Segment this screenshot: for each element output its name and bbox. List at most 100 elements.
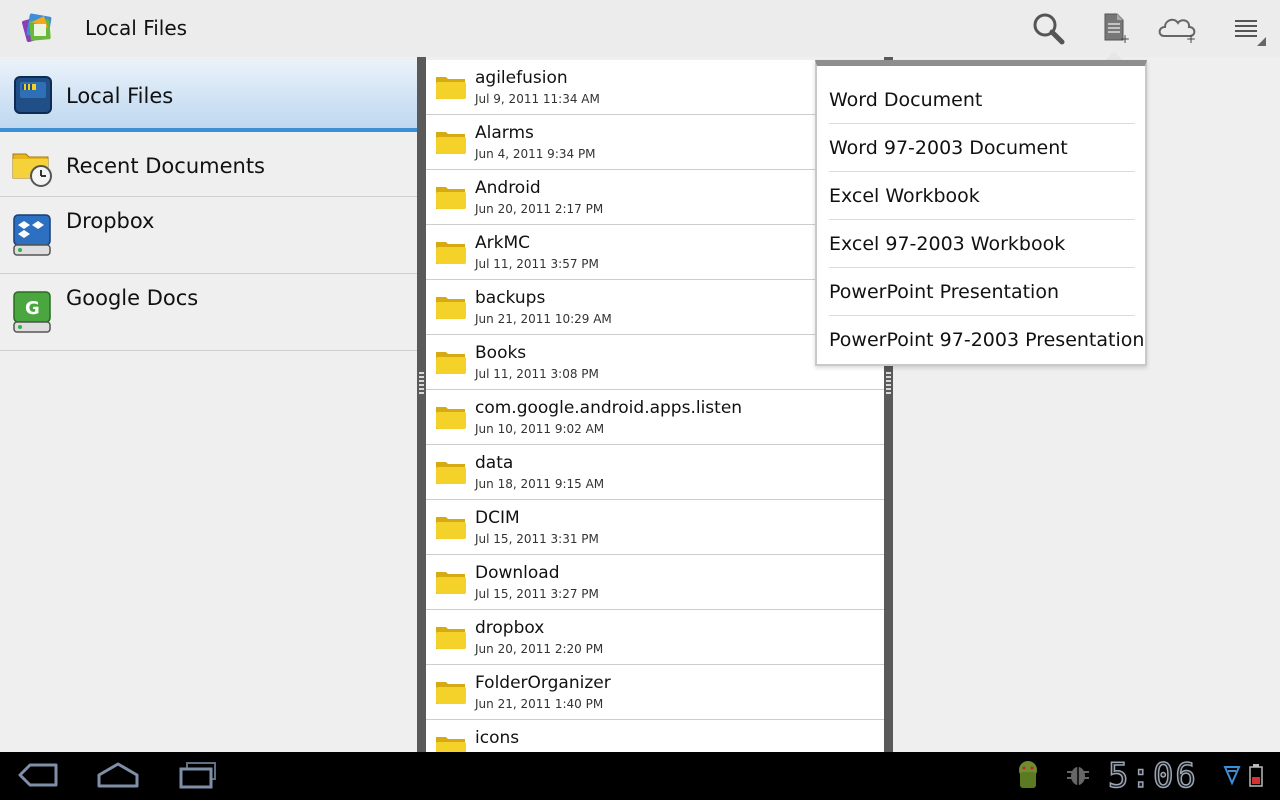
new-document-button[interactable]: + — [1093, 8, 1137, 48]
menu-item-powerpoint-presentation[interactable]: PowerPoint Presentation — [829, 268, 1135, 316]
sd-card-icon — [12, 74, 54, 116]
office-suite-app-icon[interactable] — [18, 8, 58, 48]
menu-item-label: Word Document — [829, 89, 983, 111]
file-row-data[interactable]: data Jun 18, 2011 9:15 AM — [426, 445, 885, 500]
folder-icon — [435, 73, 467, 101]
nav-item-label: Google Docs — [66, 286, 199, 310]
wifi-icon — [1223, 763, 1241, 791]
cloud-add-button[interactable]: + — [1156, 8, 1200, 48]
drag-handle[interactable] — [419, 372, 424, 394]
file-row-listen[interactable]: com.google.android.apps.listen Jun 10, 2… — [426, 390, 885, 445]
nav-item-local-files[interactable]: Local Files — [0, 60, 417, 132]
file-date: Jun 4, 2011 9:34 PM — [475, 147, 596, 161]
pane-divider-left[interactable] — [417, 57, 426, 752]
search-button[interactable] — [1026, 8, 1070, 48]
action-bar: Local Files + + — [0, 0, 1280, 57]
menu-item-excel-workbook[interactable]: Excel Workbook — [829, 172, 1135, 220]
clock[interactable]: 5:06 — [1107, 755, 1198, 797]
wifi-status[interactable] — [1220, 760, 1244, 794]
svg-text:+: + — [1186, 32, 1196, 44]
file-row-dropbox[interactable]: dropbox Jun 20, 2011 2:20 PM — [426, 610, 885, 665]
file-row-download[interactable]: Download Jul 15, 2011 3:27 PM — [426, 555, 885, 610]
file-name: com.google.android.apps.listen — [475, 398, 743, 418]
file-date: Jun 20, 2011 2:17 PM — [475, 202, 604, 216]
nav-item-recent-documents[interactable]: Recent Documents — [0, 136, 417, 197]
file-row-dcim[interactable]: DCIM Jul 15, 2011 3:31 PM — [426, 500, 885, 555]
folder-icon — [435, 678, 467, 706]
svg-text:+: + — [1120, 32, 1129, 44]
recent-folder-clock-icon — [12, 146, 54, 188]
file-date: Jul 15, 2011 3:27 PM — [475, 587, 599, 601]
file-row-icons[interactable]: icons — [426, 720, 885, 752]
nav-item-label: Recent Documents — [66, 154, 265, 178]
menu-item-word-document[interactable]: Word Document — [829, 76, 1135, 124]
menu-item-excel-97-2003-workbook[interactable]: Excel 97-2003 Workbook — [829, 220, 1135, 268]
file-name: backups — [475, 288, 546, 308]
file-date: Jul 11, 2011 3:57 PM — [475, 257, 599, 271]
folder-icon — [435, 238, 467, 266]
svg-text:G: G — [25, 298, 40, 319]
file-name: Books — [475, 343, 527, 363]
cloud-add-icon: + — [1156, 12, 1200, 44]
file-row-folderorganizer[interactable]: FolderOrganizer Jun 21, 2011 1:40 PM — [426, 665, 885, 720]
drag-handle[interactable] — [886, 372, 891, 394]
menu-item-powerpoint-97-2003-presentation[interactable]: PowerPoint 97-2003 Presentation — [829, 316, 1144, 364]
folder-icon — [435, 733, 467, 752]
folder-icon — [435, 348, 467, 376]
folder-icon — [435, 623, 467, 651]
back-button[interactable] — [12, 760, 64, 794]
usb-debug-icon — [1065, 762, 1091, 792]
home-icon — [95, 761, 141, 793]
file-date: Jun 21, 2011 10:29 AM — [475, 312, 612, 326]
battery-status[interactable] — [1244, 760, 1268, 794]
home-button[interactable] — [92, 760, 144, 794]
folder-icon — [435, 568, 467, 596]
battery-icon — [1249, 763, 1263, 791]
menu-item-label: PowerPoint 97-2003 Presentation — [829, 329, 1145, 351]
new-document-icon: + — [1101, 12, 1129, 44]
folder-icon — [435, 403, 467, 431]
folder-icon — [435, 128, 467, 156]
nav-item-dropbox[interactable]: Dropbox — [0, 197, 417, 274]
file-name: Download — [475, 563, 560, 583]
file-name: FolderOrganizer — [475, 673, 611, 693]
menu-item-label: Word 97-2003 Document — [829, 137, 1068, 159]
nav-item-google-docs[interactable]: G Google Docs — [0, 274, 417, 351]
folder-icon — [435, 513, 467, 541]
dropbox-drive-icon — [12, 213, 54, 256]
system-bar: 5:06 — [0, 752, 1280, 800]
folder-icon — [435, 183, 467, 211]
google-docs-drive-icon: G — [12, 290, 54, 333]
overflow-menu-icon — [1234, 17, 1258, 39]
folder-icon — [435, 293, 467, 321]
file-name: agilefusion — [475, 68, 568, 88]
file-date: Jun 10, 2011 9:02 AM — [475, 422, 605, 436]
file-name: data — [475, 453, 514, 473]
search-icon — [1031, 11, 1065, 45]
file-date: Jul 9, 2011 11:34 AM — [475, 92, 600, 106]
menu-item-label: PowerPoint Presentation — [829, 281, 1059, 303]
android-notification-icon — [1013, 758, 1043, 796]
nav-item-label: Local Files — [66, 84, 174, 108]
file-date: Jun 18, 2011 9:15 AM — [475, 477, 605, 491]
file-name: Android — [475, 178, 541, 198]
menu-item-word-97-2003-document[interactable]: Word 97-2003 Document — [829, 124, 1135, 172]
file-name: ArkMC — [475, 233, 531, 253]
file-name: Alarms — [475, 123, 534, 143]
android-notification-button[interactable] — [1006, 760, 1050, 794]
nav-item-label: Dropbox — [66, 209, 155, 233]
file-name: dropbox — [475, 618, 545, 638]
left-navigation: Local Files Recent Documents Dropbox G G… — [0, 57, 417, 752]
menu-item-label: Excel 97-2003 Workbook — [829, 233, 1066, 255]
back-icon — [16, 761, 60, 793]
file-date: Jun 21, 2011 1:40 PM — [475, 697, 604, 711]
recent-apps-button[interactable] — [172, 760, 224, 794]
app-title: Local Files — [85, 16, 188, 40]
overflow-indicator — [1257, 37, 1266, 46]
file-name: icons — [475, 728, 520, 748]
file-date: Jul 15, 2011 3:31 PM — [475, 532, 599, 546]
usb-debug-button[interactable] — [1060, 760, 1096, 794]
recent-apps-icon — [177, 761, 219, 793]
file-date: Jun 20, 2011 2:20 PM — [475, 642, 604, 656]
folder-icon — [435, 458, 467, 486]
